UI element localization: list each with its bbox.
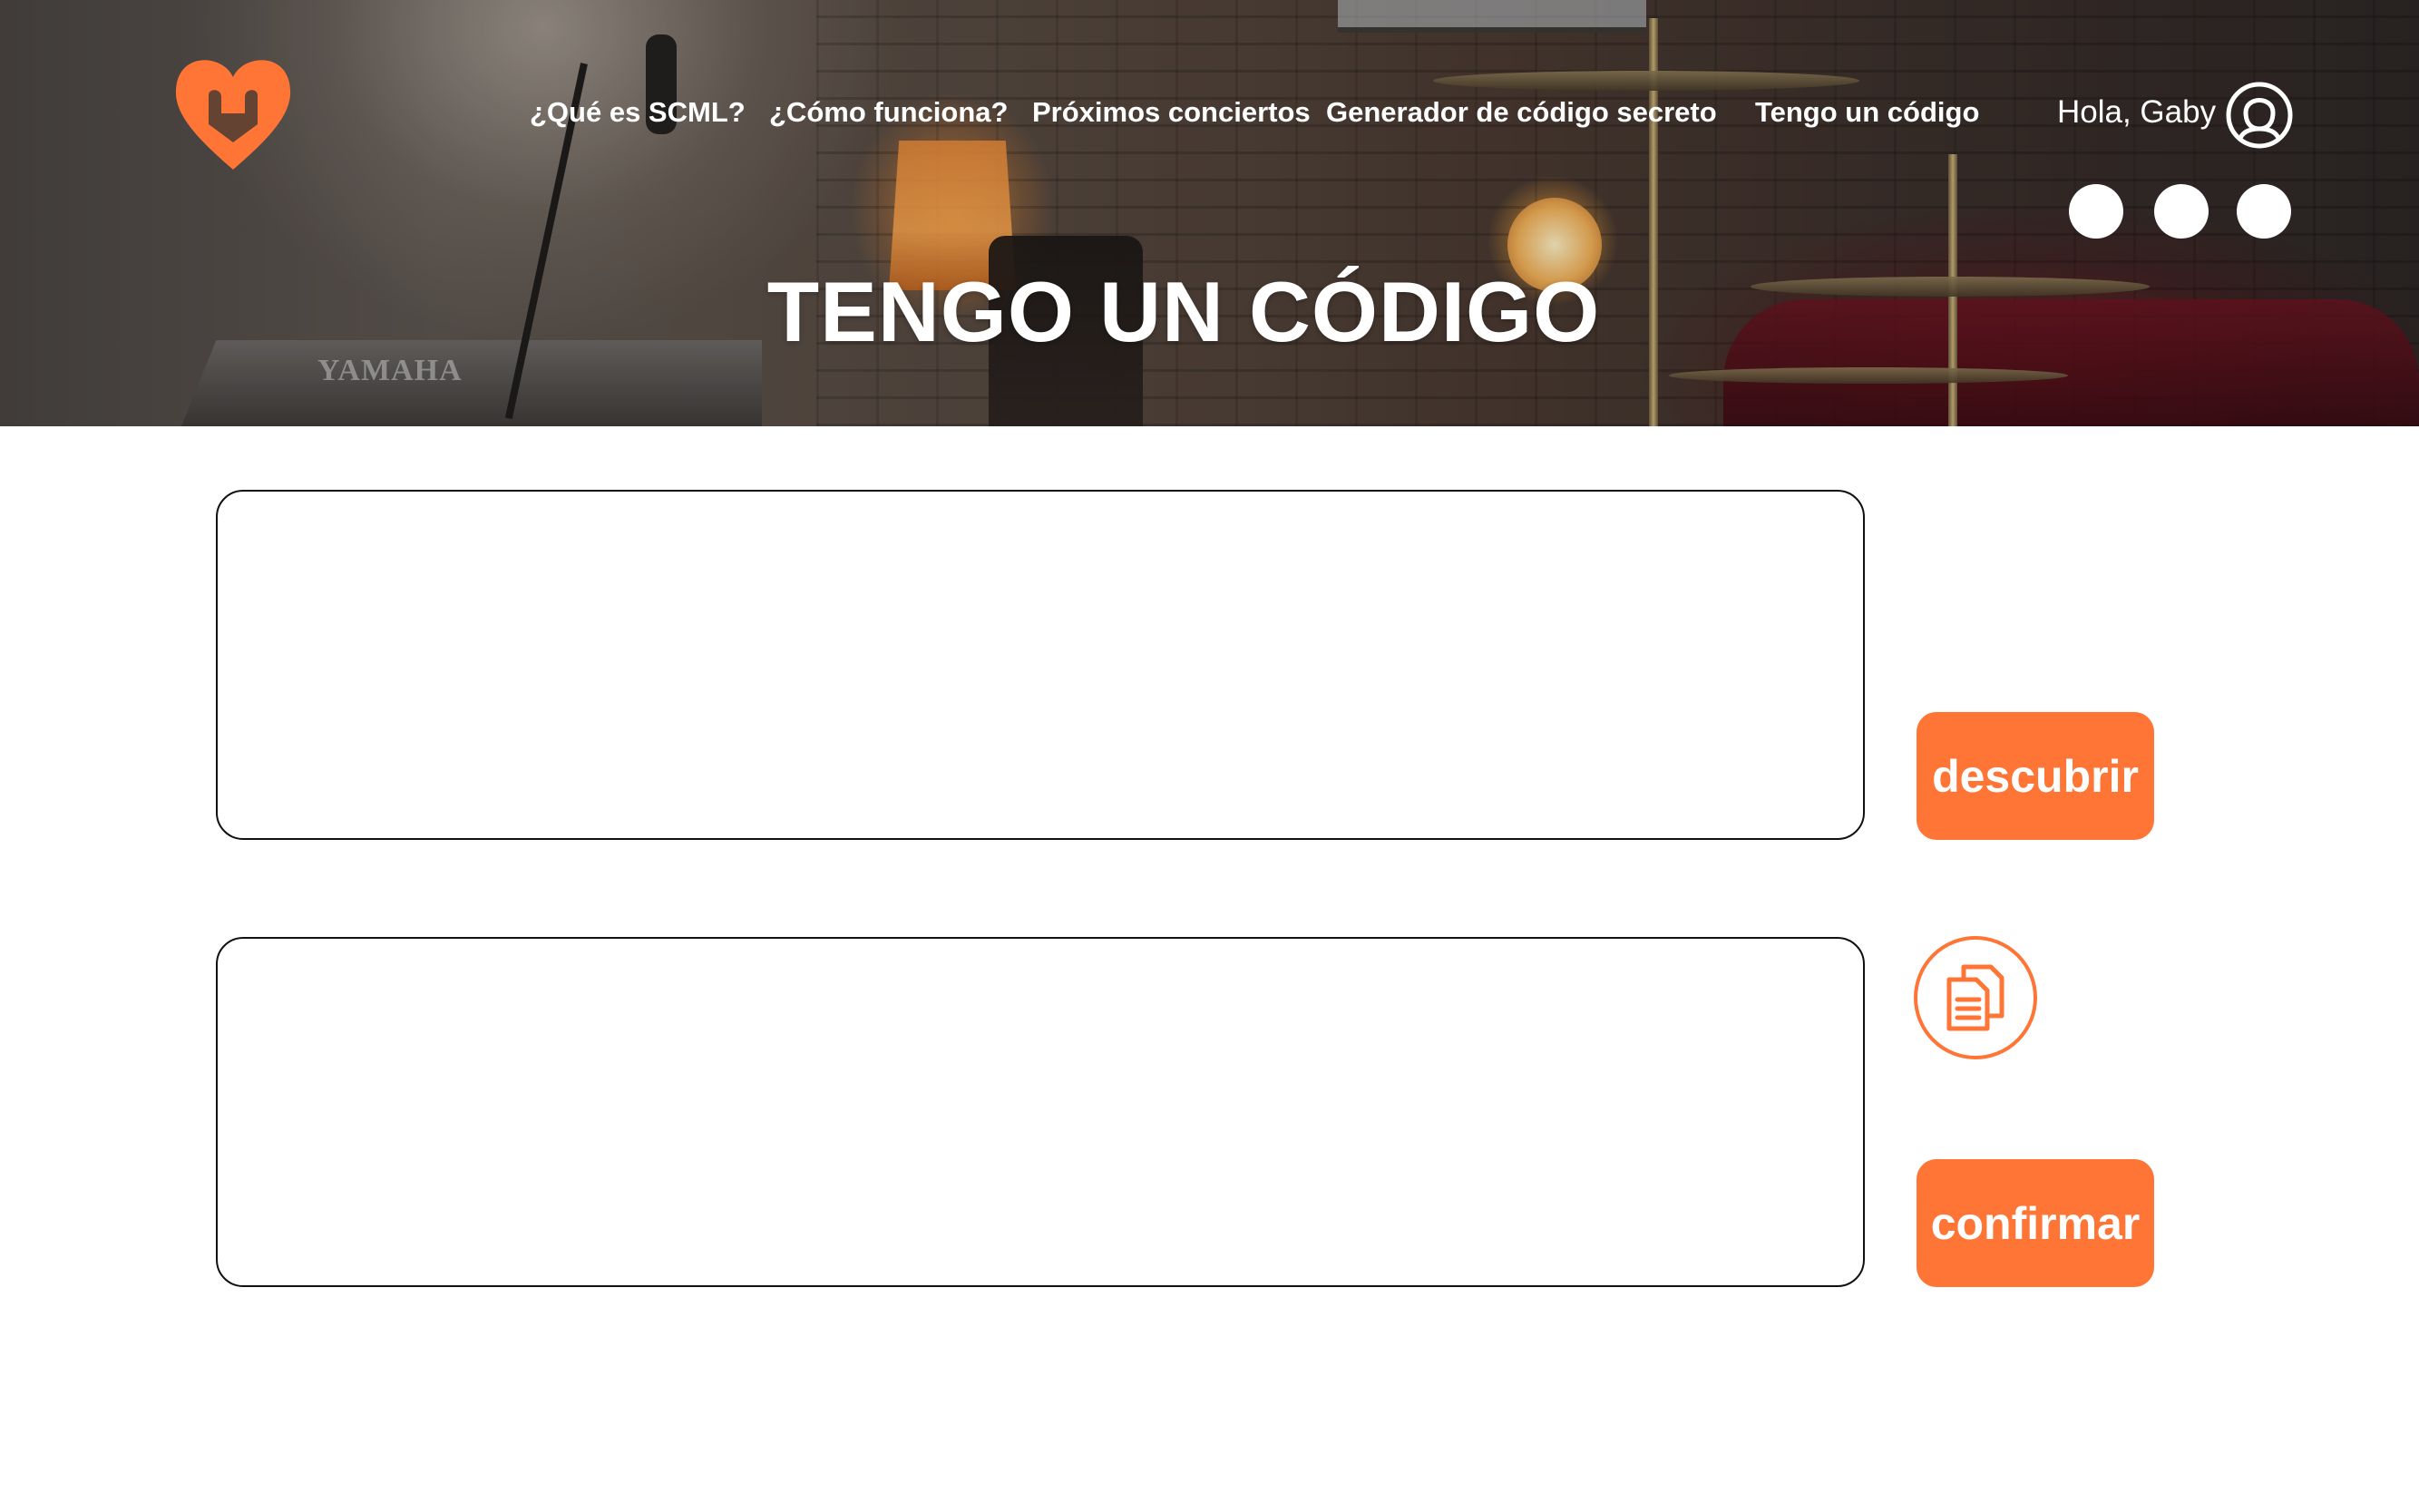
discover-button[interactable]: descubrir	[1917, 712, 2154, 840]
hero-overlay	[0, 0, 2419, 426]
menu-dot-1[interactable]	[2069, 184, 2123, 239]
menu-dot-2[interactable]	[2154, 184, 2209, 239]
nav-item-generador-codigo[interactable]: Generador de código secreto	[1326, 96, 1717, 129]
copy-document-icon	[1946, 964, 2004, 1031]
page-title: TENGO UN CÓDIGO	[766, 264, 1601, 359]
confirm-button[interactable]: confirmar	[1917, 1159, 2154, 1287]
nav-item-tengo-un-codigo[interactable]: Tengo un código	[1755, 96, 1979, 129]
code-input-textarea[interactable]	[216, 490, 1865, 840]
heart-logo-icon[interactable]	[172, 50, 295, 172]
user-greeting: Hola, Gaby	[2057, 94, 2217, 130]
nav-item-proximos-conciertos[interactable]: Próximos conciertos	[1032, 96, 1311, 129]
user-avatar-icon[interactable]	[2226, 82, 2293, 149]
copy-button[interactable]	[1914, 936, 2037, 1059]
nav-item-como-funciona[interactable]: ¿Cómo funciona?	[769, 96, 1008, 129]
nav-item-que-es-scml[interactable]: ¿Qué es SCML?	[530, 96, 746, 129]
menu-dot-3[interactable]	[2237, 184, 2291, 239]
hero-banner: YAMAHA	[0, 0, 2419, 426]
code-output-textarea[interactable]	[216, 937, 1865, 1287]
